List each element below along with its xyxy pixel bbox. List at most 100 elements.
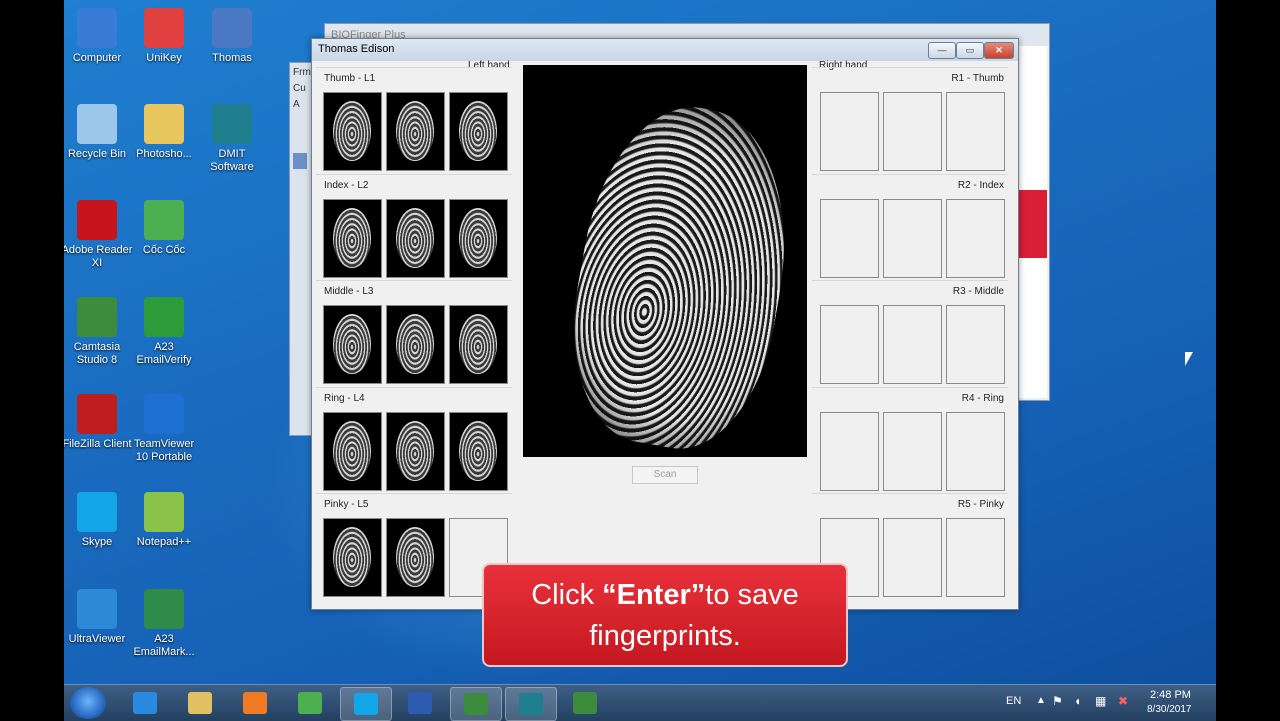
action-center-icon[interactable]: ⚑ <box>1052 694 1063 708</box>
right-fingerprint-slot[interactable] <box>883 198 942 278</box>
taskbar-button[interactable] <box>450 687 502 721</box>
left-fingerprint-slot[interactable] <box>323 92 382 171</box>
left-fingerprint-slot[interactable] <box>323 411 382 491</box>
desktop-icon-label: Skype <box>81 536 113 548</box>
right-fingerprint-slot[interactable] <box>883 411 942 491</box>
left-fingerprint-slot[interactable] <box>323 518 382 597</box>
start-button[interactable] <box>70 687 106 719</box>
taskbar-button[interactable] <box>175 687 225 719</box>
desktop-icon[interactable]: Thomas <box>196 8 268 65</box>
folder-icon <box>144 104 184 144</box>
skype-icon <box>354 693 378 715</box>
desktop-icon-label: DMIT Software <box>210 148 254 173</box>
network-error-icon[interactable]: ✖ <box>1118 694 1128 708</box>
maximize-button[interactable]: ▭ <box>956 42 984 59</box>
right-fingerprint-slot[interactable] <box>946 198 1005 278</box>
recycle-bin-icon <box>77 104 117 144</box>
right-fingerprint-slot[interactable] <box>820 305 879 384</box>
desktop-icon[interactable]: FileZilla Client <box>64 394 133 451</box>
scan-button[interactable]: Scan <box>632 466 698 484</box>
letterbox-left <box>0 0 64 720</box>
title-bar[interactable]: Thomas Edison — ▭ ✕ <box>312 39 1018 61</box>
taskbar-button[interactable] <box>340 687 392 721</box>
desktop-icon[interactable]: A23 EmailMark... <box>128 589 200 659</box>
right-finger-label: R3 - Middle <box>952 286 1004 297</box>
desktop-icon[interactable]: UltraViewer <box>64 589 133 646</box>
left-fingerprint-slot[interactable] <box>386 518 445 597</box>
right-fingerprint-slot[interactable] <box>883 518 942 597</box>
file-explorer-icon <box>188 692 212 714</box>
left-fingerprint-slot[interactable] <box>449 198 508 278</box>
desktop-icon[interactable]: Notepad++ <box>128 492 200 549</box>
taskbar-button[interactable] <box>285 687 335 719</box>
taskbar-button[interactable] <box>560 687 610 719</box>
desktop-icon[interactable]: A23 EmailVerify <box>128 297 200 367</box>
taskbar-button[interactable] <box>505 687 557 721</box>
adobe-reader-icon <box>77 200 117 240</box>
expand-arrow-button[interactable] <box>293 153 307 169</box>
desktop-icon-label: Computer <box>72 52 122 64</box>
left-fingerprint-slot[interactable] <box>386 411 445 491</box>
clock-date[interactable]: 8/30/2017 <box>1147 704 1192 715</box>
right-fingerprint-slot[interactable] <box>946 518 1005 597</box>
left-fingerprint-slot[interactable] <box>449 305 508 384</box>
left-fingerprint-slot[interactable] <box>386 92 445 171</box>
left-fingerprint-slot[interactable] <box>323 305 382 384</box>
left-fingerprint-slot[interactable] <box>449 411 508 491</box>
media-player-icon <box>243 692 267 714</box>
right-finger-label: R4 - Ring <box>961 392 1004 404</box>
desktop-icon[interactable]: Photosho... <box>128 104 200 161</box>
right-fingerprint-slot[interactable] <box>883 92 942 171</box>
language-indicator[interactable]: EN <box>1006 695 1021 707</box>
right-finger-label: R1 - Thumb <box>951 73 1004 84</box>
left-fingerprint-slot[interactable] <box>386 305 445 384</box>
group-separator <box>316 280 512 281</box>
skype-icon <box>77 492 117 532</box>
taskbar-button[interactable] <box>395 687 445 719</box>
left-fingerprint-slot[interactable] <box>386 198 445 278</box>
clock-time[interactable]: 2:48 PM <box>1150 689 1191 701</box>
right-fingerprint-slot[interactable] <box>820 411 879 491</box>
right-fingerprint-slot[interactable] <box>883 305 942 384</box>
desktop-icon[interactable]: Cốc Cốc <box>128 200 200 257</box>
desktop-icon[interactable]: Recycle Bin <box>64 104 133 161</box>
left-hand-label: Left hand <box>468 60 510 71</box>
left-finger-label: Thumb - L1 <box>324 73 376 84</box>
show-hidden-icons-button[interactable]: ▲ <box>1036 695 1046 706</box>
volume-icon[interactable]: ◖ <box>1074 694 1081 708</box>
desktop-icon[interactable]: DMIT Software <box>196 104 268 174</box>
desktop-icon-label: A23 EmailVerify <box>136 341 192 366</box>
right-fingerprint-slot[interactable] <box>820 198 879 278</box>
frm-label: Frm <box>293 67 311 78</box>
left-fingerprint-slot[interactable] <box>323 198 382 278</box>
right-fingerprint-slot[interactable] <box>946 92 1005 171</box>
desktop-icon[interactable]: Skype <box>64 492 133 549</box>
dmit-app-icon <box>519 693 543 715</box>
letterbox-right <box>1216 0 1280 720</box>
minimize-button[interactable]: — <box>928 42 956 59</box>
desktop-icon[interactable]: Camtasia Studio 8 <box>64 297 133 367</box>
right-finger-label: R5 - Pinky <box>957 499 1004 510</box>
desktop-icon[interactable]: Adobe Reader XI <box>64 200 133 270</box>
desktop-icon[interactable]: TeamViewer 10 Portable <box>128 394 200 464</box>
desktop-icon-label: Thomas <box>212 52 252 64</box>
fingerprint-capture-window[interactable]: Thomas Edison — ▭ ✕ Left hand Right hand… <box>311 38 1019 610</box>
desktop-icon[interactable]: Computer <box>64 8 133 65</box>
frm-window[interactable]: Frm Cu A <box>289 62 313 436</box>
a23-emailverify-icon <box>144 297 184 337</box>
taskbar-button[interactable] <box>230 687 280 719</box>
group-separator <box>812 280 1008 281</box>
close-button[interactable]: ✕ <box>984 42 1014 59</box>
network-icon[interactable]: ▦ <box>1095 694 1106 708</box>
right-fingerprint-slot[interactable] <box>820 92 879 171</box>
camtasia-recorder-icon <box>573 692 597 714</box>
left-finger-label: Index - L2 <box>324 179 369 191</box>
desktop-icon-label: Cốc Cốc <box>142 244 186 256</box>
right-fingerprint-slot[interactable] <box>946 411 1005 491</box>
right-hand-label: Right hand <box>819 60 868 71</box>
taskbar-button[interactable] <box>120 687 170 719</box>
left-fingerprint-slot[interactable] <box>449 92 508 171</box>
right-fingerprint-slot[interactable] <box>946 305 1005 384</box>
desktop-icon-label: UltraViewer <box>68 633 126 645</box>
desktop-icon[interactable]: UniKey <box>128 8 200 65</box>
